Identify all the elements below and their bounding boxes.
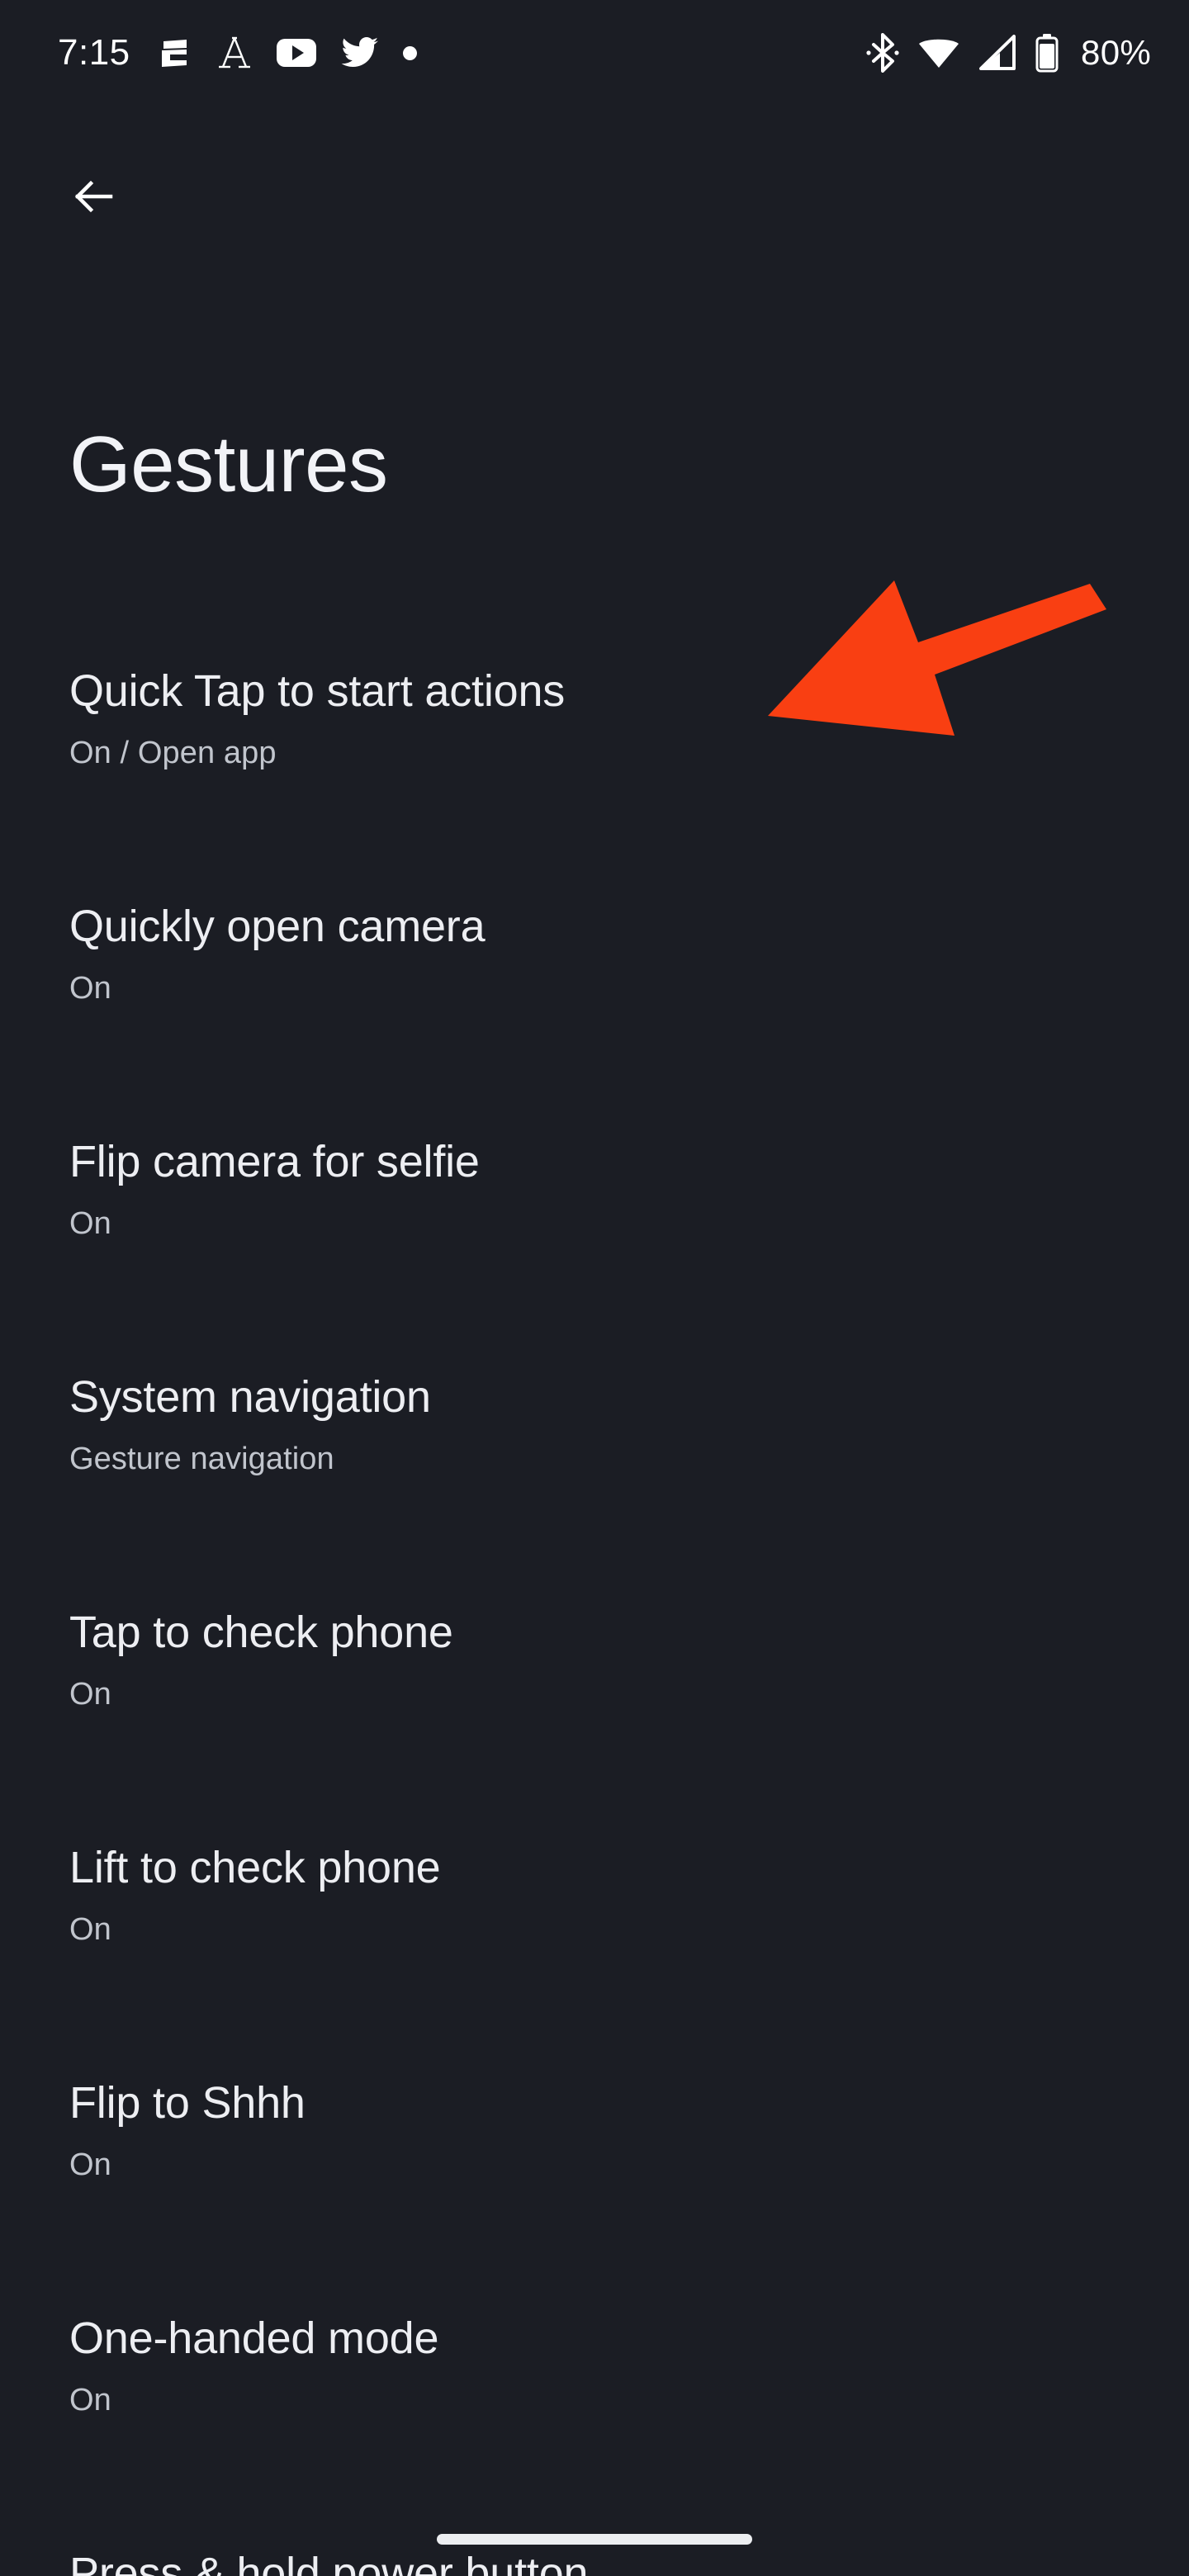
list-item-title: Flip to Shhh	[69, 2078, 306, 2128]
news-serif-a-icon	[216, 34, 253, 72]
bluetooth-icon	[866, 33, 899, 73]
list-item-subtitle: On	[69, 971, 111, 1006]
list-item-subtitle: On	[69, 2147, 111, 2183]
battery-percent-label: 80%	[1081, 33, 1151, 72]
twitter-icon	[340, 36, 380, 70]
list-item-title: Flip camera for selfie	[69, 1137, 480, 1186]
back-button[interactable]	[51, 155, 137, 241]
list-item-title: Quickly open camera	[69, 902, 486, 951]
phone-screen: 7:15 80% Gestures Quick Tap to start act…	[0, 0, 1189, 2576]
list-item-title: Lift to check phone	[69, 1843, 441, 1892]
list-item-title: Press & hold power button	[69, 2549, 589, 2576]
list-item-quick-tap[interactable]: Quick Tap to start actions On / Open app	[0, 665, 1189, 901]
more-notifications-dot-icon	[402, 45, 417, 60]
list-item-title: Tap to check phone	[69, 1608, 453, 1657]
list-item-title: System navigation	[69, 1372, 431, 1422]
battery-icon	[1035, 33, 1059, 73]
youtube-icon	[276, 37, 317, 69]
page-title: Gestures	[69, 420, 388, 509]
list-item-tap-to-check-phone[interactable]: Tap to check phone On	[0, 1607, 1189, 1842]
list-item-subtitle: On	[69, 2383, 111, 2418]
home-indicator[interactable]	[437, 2534, 752, 2545]
list-item-quickly-open-camera[interactable]: Quickly open camera On	[0, 901, 1189, 1136]
list-item-system-navigation[interactable]: System navigation Gesture navigation	[0, 1371, 1189, 1607]
list-item-subtitle: On	[69, 1206, 111, 1242]
list-item-one-handed-mode[interactable]: One-handed mode On	[0, 2313, 1189, 2548]
notification-icons	[155, 34, 417, 72]
list-item-flip-to-shhh[interactable]: Flip to Shhh On	[0, 2077, 1189, 2313]
status-bar: 7:15 80%	[0, 0, 1189, 106]
list-item-flip-camera-for-selfie[interactable]: Flip camera for selfie On	[0, 1136, 1189, 1371]
status-bar-left: 7:15	[58, 34, 417, 72]
list-item-title: One-handed mode	[69, 2313, 439, 2363]
list-item-subtitle: Gesture navigation	[69, 1442, 334, 1477]
arrow-left-icon	[68, 170, 121, 227]
status-bar-right: 80%	[866, 33, 1151, 73]
list-item-subtitle: On	[69, 1677, 111, 1712]
list-item-subtitle: On / Open app	[69, 736, 277, 771]
settings-list: Quick Tap to start actions On / Open app…	[0, 665, 1189, 2576]
wifi-icon	[917, 36, 960, 70]
list-item-title: Quick Tap to start actions	[69, 666, 566, 716]
list-item-subtitle: On	[69, 1912, 111, 1948]
cellular-signal-icon	[978, 35, 1016, 71]
list-item-press-and-hold-power-button[interactable]: Press & hold power button	[0, 2548, 1189, 2576]
status-bar-clock: 7:15	[58, 32, 130, 73]
espn-icon	[155, 34, 193, 72]
list-item-lift-to-check-phone[interactable]: Lift to check phone On	[0, 1842, 1189, 2077]
